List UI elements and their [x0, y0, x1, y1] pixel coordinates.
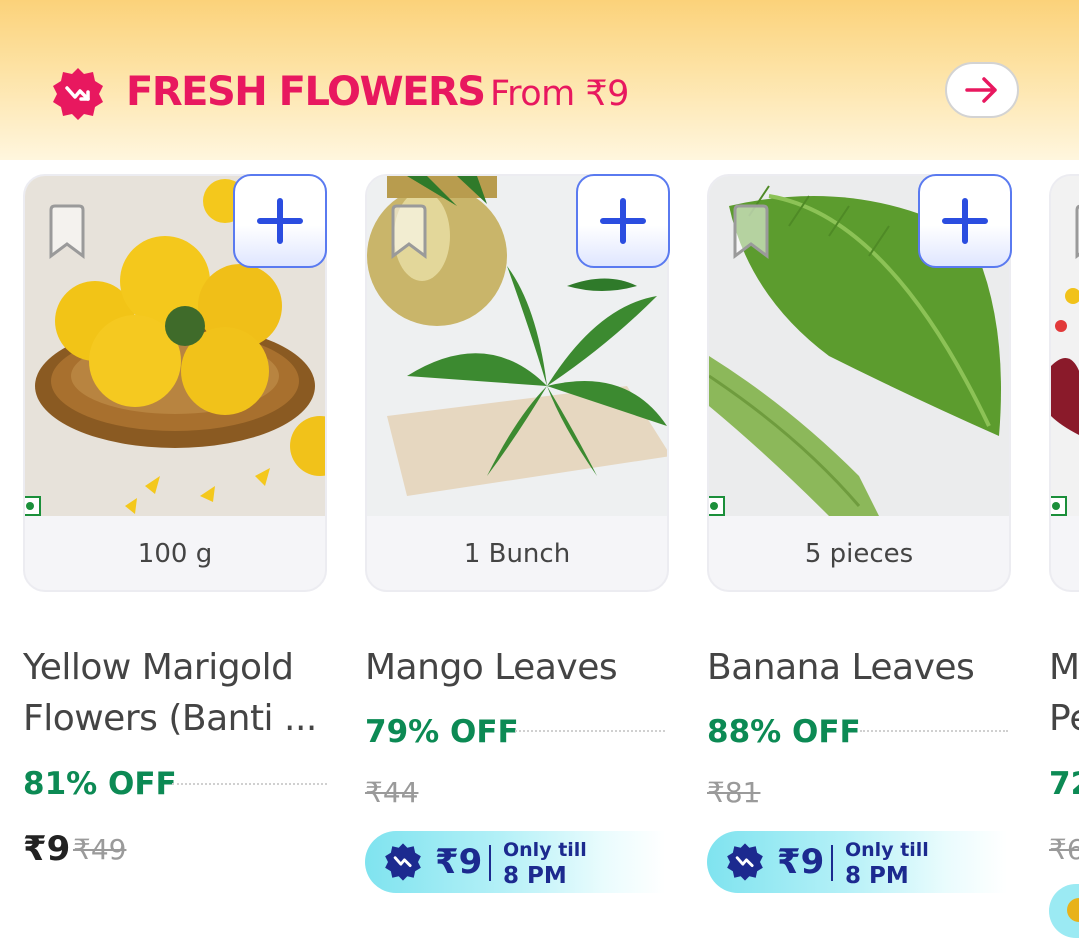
- discount-label: 88% OFF: [707, 714, 861, 750]
- discount-label: 72: [1049, 766, 1079, 802]
- product-mrp: ₹49: [73, 833, 127, 866]
- product-mrp: ₹81: [707, 776, 761, 809]
- deal-price: ₹9: [777, 842, 825, 882]
- discount-label: 79% OFF: [365, 714, 519, 750]
- arrow-right-icon: [965, 77, 997, 103]
- bookmark-icon[interactable]: [47, 204, 87, 260]
- add-to-cart-button[interactable]: [918, 174, 1012, 268]
- product-name[interactable]: M: [1049, 643, 1079, 693]
- plus-icon: [942, 198, 988, 244]
- bookmark-icon[interactable]: [1073, 204, 1079, 260]
- section-subtitle: From ₹9: [490, 74, 629, 114]
- plus-icon: [257, 198, 303, 244]
- deal-label-line1: Only till: [503, 839, 587, 861]
- deal-price-banner: ₹9 Only till 8 PM: [365, 831, 665, 893]
- discount-badge-icon: [727, 843, 763, 881]
- discount-badge-icon: [385, 843, 421, 881]
- product-quantity: 100 g: [137, 539, 213, 569]
- deal-divider: [831, 845, 833, 881]
- product-name[interactable]: Banana Leaves: [707, 643, 975, 693]
- plus-icon: [600, 198, 646, 244]
- see-all-button[interactable]: [945, 62, 1019, 118]
- product-quantity: 5 pieces: [804, 539, 914, 569]
- discount-badge-icon: [1067, 898, 1079, 922]
- deal-price: ₹9: [435, 842, 483, 882]
- divider: [515, 730, 665, 732]
- product-name[interactable]: Yellow Marigold: [23, 643, 294, 693]
- deal-label-line2: 8 PM: [845, 863, 909, 889]
- divider: [860, 730, 1008, 732]
- add-to-cart-button[interactable]: [576, 174, 670, 268]
- discount-label: 81% OFF: [23, 766, 177, 802]
- product-mrp: ₹6: [1049, 833, 1079, 866]
- product-name-line2[interactable]: Pe: [1049, 694, 1079, 744]
- deal-divider: [489, 845, 491, 881]
- bookmark-icon[interactable]: [389, 204, 429, 260]
- deal-price-banner-partial: [1049, 884, 1079, 938]
- product-quantity: 1 Bunch: [463, 539, 571, 569]
- bookmark-icon[interactable]: [731, 204, 771, 260]
- section-title: FRESH FLOWERS: [126, 69, 486, 115]
- deal-price-banner: ₹9 Only till 8 PM: [707, 831, 1007, 893]
- discount-badge-icon: [53, 68, 103, 120]
- product-name[interactable]: Mango Leaves: [365, 643, 618, 693]
- deal-label-line1: Only till: [845, 839, 929, 861]
- veg-indicator-icon: [709, 496, 725, 516]
- product-name-line2[interactable]: Flowers (Banti ...: [23, 694, 317, 744]
- product-mrp: ₹44: [365, 776, 419, 809]
- veg-indicator-icon: [25, 496, 41, 516]
- add-to-cart-button[interactable]: [233, 174, 327, 268]
- deal-label-line2: 8 PM: [503, 863, 567, 889]
- section-header: FRESH FLOWERS From ₹9: [0, 0, 1079, 160]
- veg-indicator-icon: [1051, 496, 1067, 516]
- product-price: ₹9: [23, 829, 71, 869]
- divider: [172, 783, 327, 785]
- product-card-partial[interactable]: [1049, 174, 1079, 592]
